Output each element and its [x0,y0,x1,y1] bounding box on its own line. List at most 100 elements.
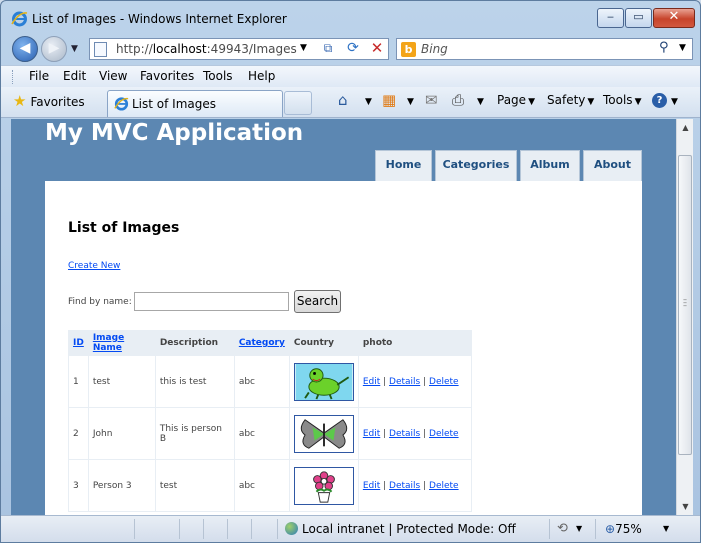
status-divider [179,519,180,539]
read-mail-icon[interactable]: ✉ [425,91,438,109]
column-header-id[interactable]: ID [68,330,89,356]
zoom-dropdown-icon[interactable]: ▼ [663,524,669,533]
cell-country [288,459,359,512]
home-icon[interactable]: ⌂ [338,91,348,109]
delete-link[interactable]: Delete [429,377,459,387]
help-icon[interactable]: ? [652,93,667,108]
page-viewport: My MVC Application Home Categories Album… [11,119,676,515]
menu-tools[interactable]: Tools [203,69,233,83]
menu-view[interactable]: View [99,69,127,83]
forward-button[interactable]: ▶ [41,36,67,62]
home-dropdown-icon[interactable]: ▼ [363,93,372,107]
address-bar[interactable]: http://localhost:49943/Images ▼ ⧉ ⟳ ✕ [89,38,389,60]
close-button[interactable]: ✕ [653,8,695,28]
nav-album[interactable]: Album [520,150,580,181]
vertical-scrollbar[interactable]: ▲ – – – ▼ [676,119,693,515]
table-row: 1 test this is test abc Edit | Details |… [68,355,472,408]
column-header-category[interactable]: Category [233,330,290,356]
window-title: List of Images - Windows Internet Explor… [32,12,287,26]
minimize-icon: ‒ [607,10,614,23]
search-icon[interactable]: ⚲ [659,40,669,55]
cell-country [288,355,359,408]
details-link[interactable]: Details [389,377,420,387]
page-menu[interactable]: Page ▼ [497,93,535,107]
security-zone[interactable]: Local intranet | Protected Mode: Off [285,522,516,536]
cell-actions: Edit | Details | Delete [357,355,472,408]
menu-edit[interactable]: Edit [63,69,86,83]
compatibility-view-icon[interactable]: ⧉ [318,41,338,58]
recent-pages-dropdown[interactable]: ▼ [71,44,78,54]
find-by-name-input[interactable] [134,292,289,311]
page-title: List of Images [68,220,180,236]
delete-link[interactable]: Delete [429,481,459,491]
favorites-button[interactable]: ★ Favorites [13,92,85,110]
maximize-button[interactable]: ▭ [625,8,652,28]
star-icon: ★ [13,92,27,110]
nav-categories[interactable]: Categories [435,150,517,181]
nav-home[interactable]: Home [375,150,432,181]
minimize-button[interactable]: ‒ [597,8,624,28]
find-by-name-label: Find by name: [68,297,132,307]
cell-country [288,407,359,460]
cell-image-name: John [87,407,156,460]
table-row: 2 John This is person B abc Edit | Detai… [68,407,472,460]
stop-icon[interactable]: ✕ [367,39,387,57]
search-options-dropdown-icon[interactable]: ▼ [679,43,686,53]
dinosaur-photo [293,362,354,401]
menu-file[interactable]: File [29,69,49,83]
status-divider [251,519,252,539]
feeds-dropdown-icon[interactable]: ▼ [405,93,414,107]
cell-category: abc [233,407,290,460]
tools-menu[interactable]: Tools ▼ [603,93,641,107]
print-dropdown-icon[interactable]: ▼ [475,93,484,107]
butterfly-photo [293,414,354,453]
url-text[interactable]: http://localhost:49943/Images [116,42,297,56]
address-dropdown-icon[interactable]: ▼ [300,43,307,53]
tab-list-of-images[interactable]: List of Images [107,90,283,117]
toolbar-grip [12,70,15,84]
zoom-level[interactable]: ⊕75% [605,522,642,536]
menu-favorites[interactable]: Favorites [140,69,194,83]
popup-dropdown-icon[interactable]: ▼ [576,524,582,533]
scroll-thumb[interactable]: – – – [678,155,692,455]
edit-link[interactable]: Edit [363,377,380,387]
search-button[interactable]: Search [294,290,341,313]
forward-arrow-icon: ▶ [48,40,60,56]
refresh-icon[interactable]: ⟳ [343,40,363,58]
edit-link[interactable]: Edit [363,481,380,491]
cell-image-name: Person 3 [87,459,156,512]
create-new-link[interactable]: Create New [68,261,120,271]
nav-about[interactable]: About [583,150,642,181]
print-icon[interactable]: ⎙ [452,91,464,109]
delete-link[interactable]: Delete [429,429,459,439]
scroll-down-arrow-icon[interactable]: ▼ [677,498,694,515]
safety-menu[interactable]: Safety ▼ [547,93,594,107]
popup-blocker-icon[interactable]: ⟲ [557,521,568,536]
edit-link[interactable]: Edit [363,429,380,439]
intranet-globe-icon [285,522,298,535]
zoom-icon: ⊕ [605,522,616,536]
details-link[interactable]: Details [389,481,420,491]
details-link[interactable]: Details [389,429,420,439]
browser-window: List of Images - Windows Internet Explor… [0,0,701,543]
back-button[interactable]: ◀ [12,36,38,62]
column-header-description: Description [154,330,235,356]
cell-id: 3 [68,459,89,512]
cell-image-name: test [87,355,156,408]
table-header-row: ID Image Name Description Category Count… [68,330,472,356]
bing-icon: b [401,42,416,57]
menu-help[interactable]: Help [248,69,275,83]
cell-id: 1 [68,355,89,408]
new-tab-button[interactable] [284,91,312,115]
cell-category: abc [233,459,290,512]
status-bar: Local intranet | Protected Mode: Off ⟲ ▼… [1,515,700,542]
cell-description: test [154,459,235,512]
column-header-country: Country [288,330,359,356]
scroll-up-arrow-icon[interactable]: ▲ [677,119,694,136]
help-dropdown-icon[interactable]: ▼ [669,93,678,107]
status-divider [595,519,596,539]
column-header-image-name[interactable]: Image Name [87,330,156,356]
flower-photo [293,466,354,505]
search-box[interactable]: b Bing ⚲ ▼ [396,38,693,60]
feeds-icon[interactable]: ▦ [382,91,396,109]
